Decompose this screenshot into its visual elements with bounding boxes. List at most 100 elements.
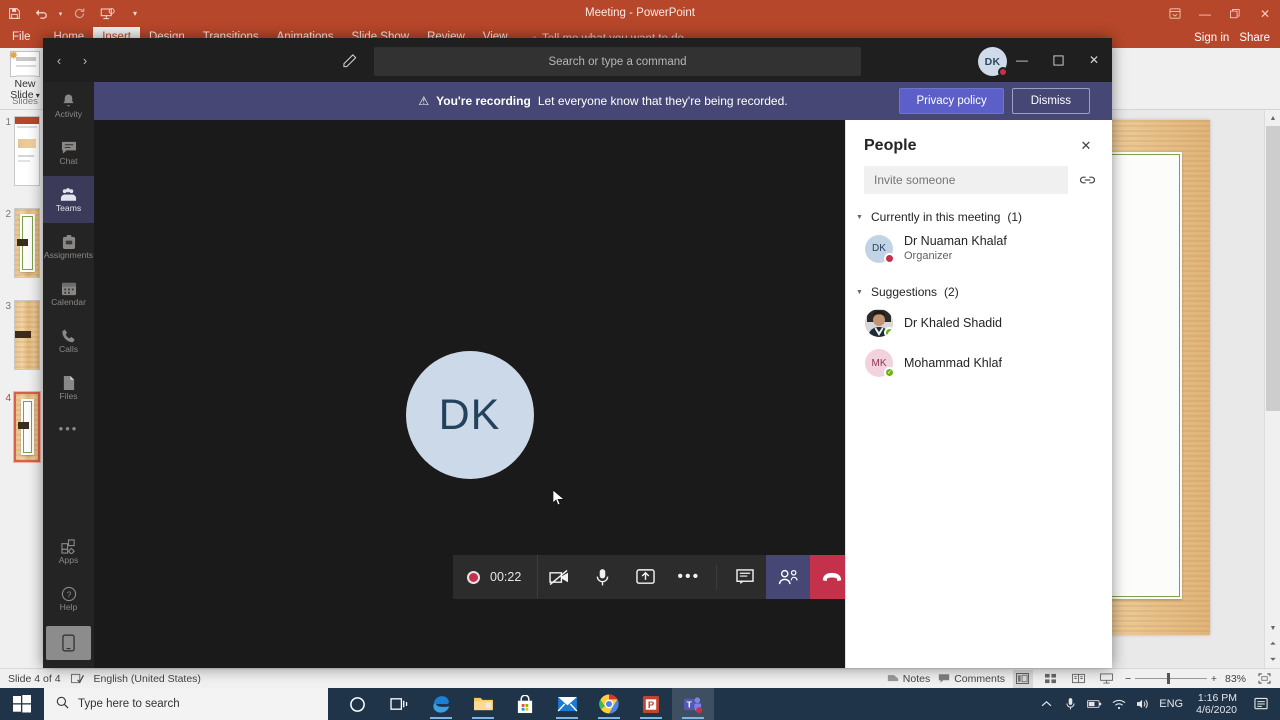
comments-button[interactable]: Comments <box>938 673 1005 685</box>
edge-icon[interactable] <box>420 688 462 720</box>
avatar-initials: DK <box>984 55 1001 68</box>
battery-icon[interactable] <box>1087 699 1102 709</box>
slide-thumbnail-1[interactable]: 1 <box>0 116 40 186</box>
more-options-icon[interactable]: ••• <box>43 411 94 445</box>
person-role: Organizer <box>904 250 953 262</box>
close-icon[interactable]: ✕ <box>1076 136 1096 156</box>
scrollbar-thumb[interactable] <box>1266 126 1280 411</box>
microphone-button[interactable] <box>581 555 624 599</box>
list-item[interactable]: MK ✓ Mohammad Khlaf <box>846 343 1112 383</box>
invite-input[interactable] <box>864 166 1068 194</box>
recording-timer: 00:22 <box>490 570 522 584</box>
star-icon: ✸ <box>9 50 19 62</box>
participant-avatar-initials: DK <box>438 390 501 439</box>
teams-icon[interactable]: T <box>672 688 714 720</box>
mail-icon[interactable] <box>546 688 588 720</box>
chevron-up-icon[interactable] <box>1039 700 1054 708</box>
camera-off-button[interactable] <box>538 555 581 599</box>
slide-thumbnail-2[interactable]: 2 <box>0 208 40 278</box>
share-button[interactable]: Share <box>1239 30 1270 48</box>
people-button[interactable] <box>766 555 811 599</box>
sidebar-item-calls[interactable]: Calls <box>43 317 94 364</box>
powerpoint-icon[interactable]: P <box>630 688 672 720</box>
cortana-icon[interactable] <box>336 688 378 720</box>
chrome-icon[interactable] <box>588 688 630 720</box>
search-input[interactable]: Search or type a command <box>374 47 861 76</box>
reading-view-icon[interactable] <box>1069 670 1089 688</box>
spellcheck-icon[interactable] <box>70 673 84 684</box>
wifi-icon[interactable] <box>1111 699 1126 710</box>
normal-view-icon[interactable] <box>1012 669 1033 688</box>
powerpoint-close-icon[interactable]: ✕ <box>1250 0 1280 27</box>
sidebar-item-teams[interactable]: Teams <box>43 176 94 223</box>
language-indicator[interactable]: ENG <box>1159 698 1183 710</box>
back-arrow-icon[interactable]: ‹ <box>47 48 71 72</box>
action-center-icon[interactable] <box>1250 697 1272 711</box>
scroll-down-icon[interactable]: ▼ <box>1265 620 1280 636</box>
volume-icon[interactable] <box>1135 698 1150 710</box>
powerpoint-restore-icon[interactable] <box>1220 0 1250 27</box>
windows-start-icon[interactable] <box>0 688 44 720</box>
ribbon-tab-file[interactable]: File <box>0 27 45 48</box>
teams-close-icon[interactable]: ✕ <box>1076 38 1112 82</box>
sidebar-item-assignments[interactable]: Assignments <box>43 223 94 270</box>
section-count: (1) <box>1007 210 1023 224</box>
sidebar-item-files[interactable]: Files <box>43 364 94 411</box>
list-item[interactable]: DK Dr Nuaman Khalaf Organizer <box>846 228 1112 269</box>
search-input[interactable]: Type here to search <box>44 688 328 720</box>
list-item[interactable]: ✓ Dr Khaled Shadid <box>846 303 1112 343</box>
slide-thumbnail-4[interactable]: 4 <box>0 391 41 463</box>
microphone-icon[interactable] <box>1063 697 1078 711</box>
zoom-slider[interactable]: − + <box>1125 673 1217 685</box>
share-screen-button[interactable] <box>624 555 667 599</box>
previous-slide-icon[interactable]: ⏶ <box>1265 636 1280 652</box>
share-link-icon[interactable] <box>1076 169 1098 191</box>
mobile-download-icon[interactable] <box>46 626 91 660</box>
teams-icon <box>59 186 78 203</box>
sidebar-item-activity[interactable]: Activity <box>43 82 94 129</box>
section-header-currently-in-meeting[interactable]: ▼ Currently in this meeting (1) <box>846 194 1112 228</box>
notes-button[interactable]: Notes <box>887 673 930 685</box>
zoom-out-button[interactable]: − <box>1125 673 1131 685</box>
warning-icon: ⚠ <box>418 94 430 108</box>
sidebar-item-apps[interactable]: Apps <box>43 528 94 575</box>
slide-thumbnail-3[interactable]: 3 <box>0 300 40 370</box>
zoom-level-label[interactable]: 83% <box>1225 673 1246 685</box>
chat-button[interactable] <box>723 555 766 599</box>
zoom-track[interactable] <box>1135 673 1207 684</box>
meeting-control-bar: 00:22 ••• <box>453 555 855 599</box>
section-header-suggestions[interactable]: ▼ Suggestions (2) <box>846 269 1112 303</box>
teams-maximize-icon[interactable] <box>1040 38 1076 82</box>
microsoft-store-icon[interactable] <box>504 688 546 720</box>
scroll-up-icon[interactable]: ▲ <box>1265 110 1280 126</box>
slide-vertical-scrollbar[interactable]: ▲ ▼ ⏶ ⏷ <box>1264 110 1280 668</box>
sidebar-item-chat[interactable]: Chat <box>43 129 94 176</box>
ribbon-display-options-icon[interactable] <box>1160 0 1190 27</box>
slide-sorter-icon[interactable] <box>1041 670 1061 688</box>
zoom-in-button[interactable]: + <box>1211 673 1217 685</box>
dismiss-button[interactable]: Dismiss <box>1011 88 1090 114</box>
clock[interactable]: 1:16 PM 4/6/2020 <box>1192 692 1241 716</box>
slide-thumbnail-panel[interactable]: 1 2 3 4 <box>0 110 46 668</box>
slide-counter[interactable]: Slide 4 of 4 <box>8 673 61 685</box>
zoom-knob[interactable] <box>1166 673 1170 684</box>
sidebar-item-calendar[interactable]: Calendar <box>43 270 94 317</box>
more-actions-button[interactable]: ••• <box>667 555 710 599</box>
person-name: Dr Khaled Shadid <box>904 315 1002 330</box>
teams-minimize-icon[interactable]: — <box>1004 38 1040 82</box>
fit-to-window-icon[interactable] <box>1254 670 1274 688</box>
sign-in-link[interactable]: Sign in <box>1194 30 1229 48</box>
language-indicator[interactable]: English (United States) <box>94 673 201 685</box>
next-slide-icon[interactable]: ⏷ <box>1265 652 1280 668</box>
teams-navigation: ‹ › <box>47 48 97 72</box>
avatar[interactable]: DK <box>978 47 1008 77</box>
file-explorer-icon[interactable] <box>462 688 504 720</box>
privacy-policy-button[interactable]: Privacy policy <box>899 88 1004 114</box>
presence-badge <box>884 252 895 264</box>
sidebar-item-help[interactable]: ? Help <box>43 575 94 622</box>
task-view-icon[interactable] <box>378 688 420 720</box>
compose-icon[interactable] <box>339 49 361 71</box>
forward-arrow-icon[interactable]: › <box>73 48 97 72</box>
powerpoint-minimize-icon[interactable]: — <box>1190 0 1220 27</box>
slideshow-icon[interactable] <box>1097 670 1117 688</box>
